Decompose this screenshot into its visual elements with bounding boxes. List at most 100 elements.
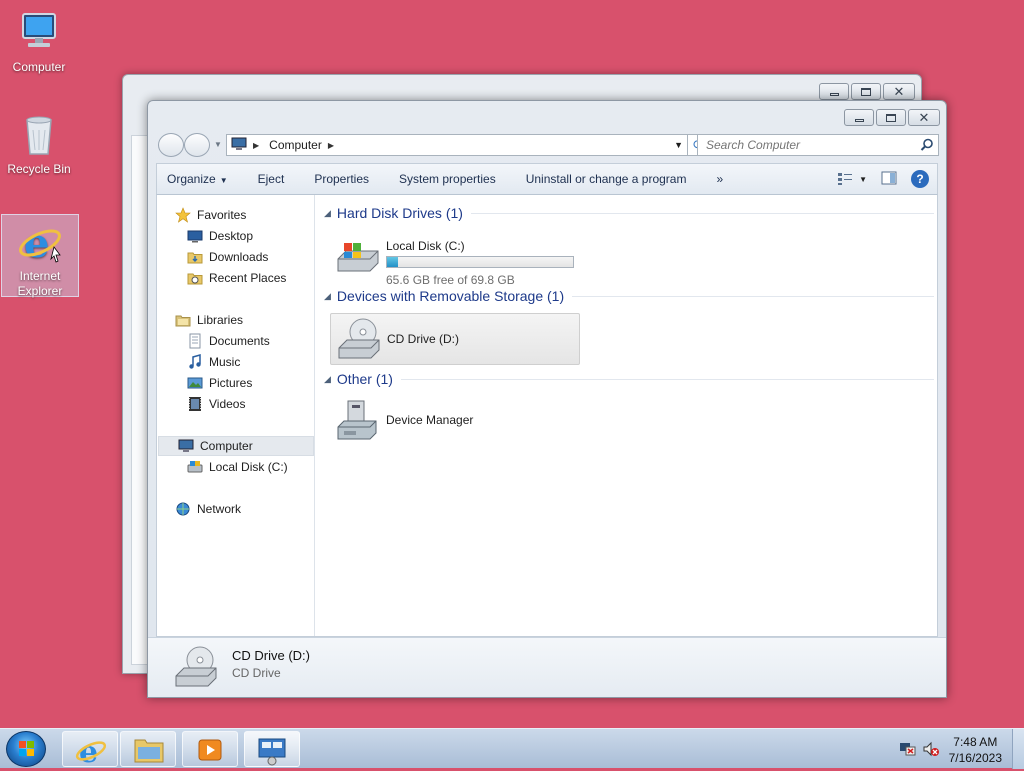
taskbar: e 7:48 AM 7/16/2023 bbox=[0, 728, 1024, 770]
taskbar-control-panel[interactable] bbox=[244, 731, 300, 767]
desktop-icon-label: Recycle Bin bbox=[7, 162, 71, 176]
disk-usage-bar bbox=[386, 256, 574, 268]
clock-time: 7:48 AM bbox=[953, 735, 998, 749]
chevron-down-icon: ▼ bbox=[859, 174, 867, 184]
system-tray: 7:48 AM 7/16/2023 bbox=[884, 729, 1024, 769]
breadcrumb-computer[interactable]: Computer bbox=[269, 138, 322, 152]
nav-pictures[interactable]: Pictures bbox=[187, 373, 252, 393]
explorer-body: Favorites Desktop Downloads Recent Place… bbox=[156, 195, 938, 637]
network-icon[interactable] bbox=[898, 741, 916, 760]
collapse-triangle-icon[interactable]: ◢ bbox=[324, 208, 331, 219]
hard-drive-icon bbox=[334, 233, 382, 281]
drive-cd-d[interactable]: CD Drive (D:) bbox=[330, 313, 580, 365]
more-commands-button[interactable]: » bbox=[716, 172, 723, 186]
details-pane: CD Drive (D:) CD Drive bbox=[148, 637, 946, 697]
maximize-button[interactable] bbox=[876, 109, 906, 126]
back-button[interactable] bbox=[158, 133, 184, 157]
clock-date: 7/16/2023 bbox=[948, 751, 1002, 765]
nav-music[interactable]: Music bbox=[187, 352, 240, 372]
search-box[interactable] bbox=[697, 134, 939, 156]
collapse-triangle-icon[interactable]: ◢ bbox=[324, 291, 331, 302]
content-pane: ◢ Hard Disk Drives (1) Local Disk (C:) 6… bbox=[316, 195, 937, 636]
details-item-type: CD Drive bbox=[232, 666, 281, 680]
close-button[interactable]: ✕ bbox=[908, 109, 940, 126]
chevron-down-icon: ▼ bbox=[219, 176, 228, 185]
command-bar: Organize ▼ Eject Properties System proper… bbox=[156, 163, 938, 195]
disk-free-space: 65.6 GB free of 69.8 GB bbox=[386, 273, 515, 287]
pictures-icon bbox=[187, 375, 203, 391]
desktop-icon-recycle-bin[interactable]: Recycle Bin bbox=[0, 110, 78, 177]
svg-text:e: e bbox=[24, 220, 49, 265]
search-input[interactable] bbox=[698, 135, 908, 155]
item-name: Device Manager bbox=[386, 413, 474, 427]
breadcrumb-arrow-icon[interactable]: ▶ bbox=[253, 141, 259, 150]
taskbar-internet-explorer[interactable]: e bbox=[62, 731, 118, 770]
minimize-button[interactable] bbox=[819, 83, 849, 100]
desktop-icon-computer[interactable]: Computer bbox=[0, 8, 78, 75]
hard-drive-icon bbox=[187, 459, 203, 475]
system-properties-button[interactable]: System properties bbox=[399, 172, 496, 186]
nav-favorites[interactable]: Favorites bbox=[175, 205, 246, 225]
nav-downloads[interactable]: Downloads bbox=[187, 247, 268, 267]
desktop-icon-label: Computer bbox=[12, 60, 66, 74]
nav-desktop[interactable]: Desktop bbox=[187, 226, 253, 246]
volume-muted-icon[interactable] bbox=[922, 741, 940, 760]
nav-videos[interactable]: Videos bbox=[187, 394, 245, 414]
internet-explorer-icon: e bbox=[16, 217, 64, 267]
device-manager-item[interactable]: Device Manager bbox=[330, 395, 580, 447]
star-icon bbox=[175, 207, 191, 223]
desktop-icon bbox=[187, 228, 203, 244]
cd-drive-icon bbox=[335, 316, 383, 364]
nav-computer[interactable]: Computer bbox=[158, 436, 314, 456]
nav-libraries[interactable]: Libraries bbox=[175, 310, 243, 330]
nav-recent-places[interactable]: Recent Places bbox=[187, 268, 286, 288]
drive-name: CD Drive (D:) bbox=[387, 332, 459, 346]
collapse-triangle-icon[interactable]: ◢ bbox=[324, 374, 331, 385]
address-bar[interactable]: ▶ Computer ▶ ▼ bbox=[226, 134, 688, 156]
drive-name: Local Disk (C:) bbox=[386, 239, 465, 253]
nav-local-disk[interactable]: Local Disk (C:) bbox=[187, 457, 288, 477]
nav-documents[interactable]: Documents bbox=[187, 331, 270, 351]
downloads-folder-icon bbox=[187, 249, 203, 265]
taskbar-windows-explorer[interactable] bbox=[120, 731, 176, 767]
folder-icon bbox=[134, 739, 164, 763]
maximize-button[interactable] bbox=[851, 83, 881, 100]
documents-icon bbox=[187, 333, 203, 349]
preview-pane-button[interactable] bbox=[881, 171, 897, 188]
group-header-other[interactable]: ◢ Other (1) bbox=[324, 371, 934, 387]
properties-button[interactable]: Properties bbox=[314, 172, 369, 186]
recycle-bin-icon bbox=[15, 110, 63, 158]
group-header-hard-disk-drives[interactable]: ◢ Hard Disk Drives (1) bbox=[324, 205, 934, 221]
recent-pages-dropdown[interactable]: ▼ bbox=[214, 140, 222, 149]
search-icon[interactable] bbox=[920, 138, 934, 155]
help-icon[interactable]: ? bbox=[911, 170, 929, 188]
clock[interactable]: 7:48 AM 7/16/2023 bbox=[949, 734, 1002, 766]
close-button[interactable]: ✕ bbox=[883, 83, 915, 100]
change-view-button[interactable]: ▼ bbox=[837, 172, 867, 186]
navigation-pane: Favorites Desktop Downloads Recent Place… bbox=[157, 195, 315, 636]
minimize-button[interactable] bbox=[844, 109, 874, 126]
libraries-icon bbox=[175, 312, 191, 328]
nav-network[interactable]: Network bbox=[175, 499, 241, 519]
eject-button[interactable]: Eject bbox=[258, 172, 285, 186]
desktop-icon-internet-explorer[interactable]: e Internet Explorer bbox=[1, 214, 79, 298]
view-icon bbox=[838, 173, 853, 185]
organize-button[interactable]: Organize ▼ bbox=[167, 172, 228, 186]
computer-icon bbox=[178, 438, 194, 454]
cd-drive-icon bbox=[172, 644, 220, 692]
breadcrumb-arrow-icon[interactable]: ▶ bbox=[328, 141, 334, 150]
explorer-window[interactable]: ✕ ▼ ▶ Computer ▶ ▼ ⟳ Organize▼ Eject Pro… bbox=[147, 100, 947, 698]
group-header-removable-storage[interactable]: ◢ Devices with Removable Storage (1) bbox=[324, 288, 934, 304]
drive-local-disk-c[interactable]: Local Disk (C:) 65.6 GB free of 69.8 GB bbox=[330, 231, 580, 287]
network-icon bbox=[175, 501, 191, 517]
computer-icon bbox=[15, 8, 63, 56]
videos-icon bbox=[187, 396, 203, 412]
details-item-name: CD Drive (D:) bbox=[232, 648, 310, 663]
show-desktop-button[interactable] bbox=[1012, 729, 1024, 769]
start-button[interactable] bbox=[6, 731, 46, 767]
forward-button[interactable] bbox=[184, 133, 210, 157]
device-manager-icon bbox=[334, 397, 382, 445]
address-dropdown-icon[interactable]: ▼ bbox=[674, 140, 683, 150]
taskbar-media-player[interactable] bbox=[182, 731, 238, 767]
uninstall-program-button[interactable]: Uninstall or change a program bbox=[526, 172, 687, 186]
